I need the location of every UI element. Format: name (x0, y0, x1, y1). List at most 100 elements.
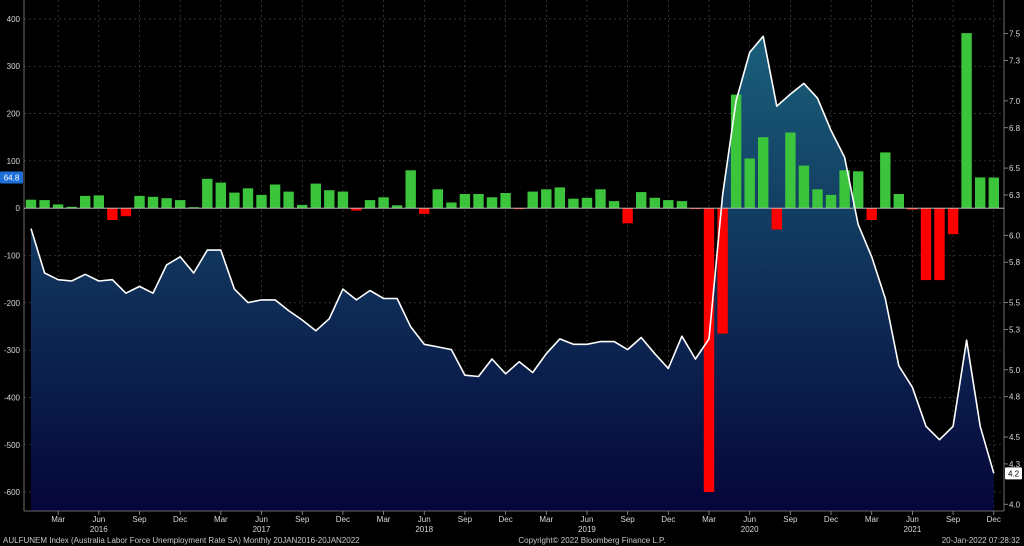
bar (527, 191, 538, 209)
left-tick-label: 100 (7, 157, 21, 166)
right-tick-label: 4.0 (1009, 500, 1021, 509)
right-tick-label: 6.0 (1009, 231, 1021, 240)
x-tick-label: Dec (987, 515, 1001, 524)
bar (229, 192, 240, 209)
x-tick-label: Dec (661, 515, 675, 524)
bar (866, 208, 877, 220)
bar (758, 137, 769, 209)
x-tick-label: Mar (702, 515, 716, 524)
x-tick-label: Dec (173, 515, 187, 524)
x-year-label: 2017 (253, 525, 271, 534)
x-tick-label: Mar (865, 515, 879, 524)
left-tick-label: -300 (4, 346, 21, 355)
x-tick-label: Dec (336, 515, 350, 524)
bar (93, 195, 104, 209)
bar (771, 208, 782, 230)
bar (798, 165, 810, 209)
bar (324, 190, 335, 209)
x-tick-label: Jun (418, 515, 431, 524)
bar (310, 183, 321, 209)
footer-center: Copyright© 2022 Bloomberg Finance L.P. (518, 536, 665, 545)
bar (405, 170, 416, 209)
bar (147, 196, 159, 209)
x-tick-label: Jun (255, 515, 268, 524)
bar (636, 192, 647, 209)
x-tick-label: Mar (214, 515, 228, 524)
left-tick-label: 400 (7, 15, 21, 24)
bar (52, 204, 64, 209)
bar (568, 198, 579, 209)
bar (880, 152, 891, 209)
x-tick-label: Dec (824, 515, 838, 524)
current-line-value-label: 4.2 (1008, 469, 1020, 478)
left-tick-label: -100 (4, 252, 21, 261)
bar (364, 200, 376, 209)
x-year-label: 2016 (90, 525, 108, 534)
bar (283, 191, 294, 209)
bar (215, 182, 226, 209)
right-tick-label: 4.8 (1009, 393, 1021, 402)
bar (663, 200, 674, 209)
x-year-label: 2019 (578, 525, 596, 534)
bar (459, 194, 471, 209)
bar (269, 184, 281, 209)
bar (25, 199, 37, 209)
bar (297, 204, 308, 209)
x-tick-label: Sep (783, 515, 798, 524)
right-tick-label: 7.3 (1009, 57, 1021, 66)
bar (337, 191, 349, 209)
x-tick-label: Jun (743, 515, 756, 524)
bar (486, 197, 498, 209)
bar (120, 208, 132, 217)
bar (703, 208, 715, 493)
x-tick-label: Dec (498, 515, 512, 524)
footer-right: 20-Jan-2022 07:28:32 (942, 536, 1021, 545)
bar (391, 205, 403, 209)
bar (256, 194, 267, 209)
left-tick-label: -500 (4, 441, 21, 450)
x-tick-label: Sep (621, 515, 636, 524)
bar (202, 178, 213, 209)
x-year-label: 2018 (415, 525, 433, 534)
x-tick-label: Jun (581, 515, 594, 524)
bar (988, 177, 999, 209)
x-tick-label: Jun (906, 515, 919, 524)
left-tick-label: -400 (4, 393, 21, 402)
right-tick-label: 6.5 (1009, 164, 1021, 173)
bar (893, 194, 904, 209)
bar (134, 195, 145, 209)
bar (554, 187, 565, 209)
x-tick-label: Sep (132, 515, 147, 524)
bar (39, 200, 50, 209)
bar (825, 194, 837, 209)
bar (175, 200, 186, 209)
bar (541, 189, 552, 209)
current-bar-value-label: 64.8 (4, 174, 20, 183)
x-tick-label: Mar (51, 515, 65, 524)
right-tick-label: 5.3 (1009, 325, 1021, 334)
bar (595, 189, 606, 209)
bar (608, 201, 620, 209)
right-tick-label: 6.8 (1009, 124, 1021, 133)
bar (419, 208, 430, 214)
x-tick-label: Mar (377, 515, 391, 524)
right-tick-label: 5.0 (1009, 366, 1021, 375)
right-tick-label: 4.5 (1009, 433, 1021, 442)
chart: 400 300 200 100 0 -100 -200 -300 -400 -500 -600 Mar… (0, 0, 1024, 546)
right-tick-label: 7.5 (1009, 30, 1021, 39)
bar (975, 177, 986, 209)
bar (785, 132, 796, 209)
footer-left: AULFUNEM Index (Australia Labor Force Un… (3, 536, 360, 545)
bar (107, 208, 118, 220)
bar (242, 188, 254, 209)
left-tick-label: 200 (7, 110, 21, 119)
x-year-label: 2020 (741, 525, 759, 534)
x-tick-label: Jun (92, 515, 105, 524)
left-tick-label: -200 (4, 299, 21, 308)
bar (934, 208, 945, 281)
bar (947, 208, 959, 235)
bar (378, 197, 389, 209)
bar (500, 193, 511, 209)
left-tick-label: -600 (4, 488, 21, 497)
x-tick-label: Mar (539, 515, 553, 524)
